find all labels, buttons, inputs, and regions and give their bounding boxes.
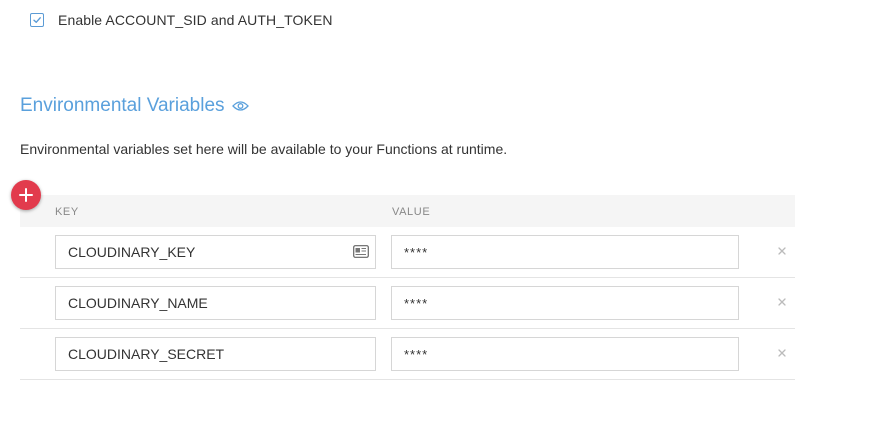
contact-card-icon[interactable] <box>353 245 369 261</box>
env-variables-table: KEY VALUE CLOUDINARY_KEY **** CLOUDINARY… <box>20 195 795 380</box>
table-header: KEY VALUE <box>20 195 795 227</box>
key-input-value: CLOUDINARY_SECRET <box>68 346 225 362</box>
enable-credentials-option[interactable]: Enable ACCOUNT_SID and AUTH_TOKEN <box>30 10 333 30</box>
table-row: CLOUDINARY_NAME **** <box>20 278 795 329</box>
value-input[interactable]: **** <box>391 235 739 269</box>
value-input-value: **** <box>404 244 429 260</box>
table-row: CLOUDINARY_SECRET **** <box>20 329 795 380</box>
value-input[interactable]: **** <box>391 337 739 371</box>
table-row: CLOUDINARY_KEY **** <box>20 227 795 278</box>
value-input[interactable]: **** <box>391 286 739 320</box>
section-description: Environmental variables set here will be… <box>20 141 508 157</box>
section-header: Environmental Variables <box>20 95 249 117</box>
key-input[interactable]: CLOUDINARY_KEY <box>55 235 376 269</box>
value-input-value: **** <box>404 295 429 311</box>
key-input-value: CLOUDINARY_KEY <box>68 244 196 260</box>
eye-icon[interactable] <box>231 100 249 112</box>
close-icon[interactable] <box>776 347 788 359</box>
value-input-value: **** <box>404 346 429 362</box>
enable-credentials-checkbox[interactable] <box>30 13 44 27</box>
key-input[interactable]: CLOUDINARY_NAME <box>55 286 376 320</box>
enable-credentials-label: Enable ACCOUNT_SID and AUTH_TOKEN <box>58 12 333 28</box>
check-icon <box>33 17 41 23</box>
plus-icon <box>19 188 33 202</box>
environment-settings-panel: Enable ACCOUNT_SID and AUTH_TOKEN Enviro… <box>0 0 880 422</box>
key-input[interactable]: CLOUDINARY_SECRET <box>55 337 376 371</box>
close-icon[interactable] <box>776 245 788 257</box>
key-input-value: CLOUDINARY_NAME <box>68 295 208 311</box>
add-variable-button[interactable] <box>11 180 41 210</box>
section-title: Environmental Variables <box>20 95 225 116</box>
column-header-value: VALUE <box>392 206 431 218</box>
close-icon[interactable] <box>776 296 788 308</box>
column-header-key: KEY <box>55 206 79 218</box>
